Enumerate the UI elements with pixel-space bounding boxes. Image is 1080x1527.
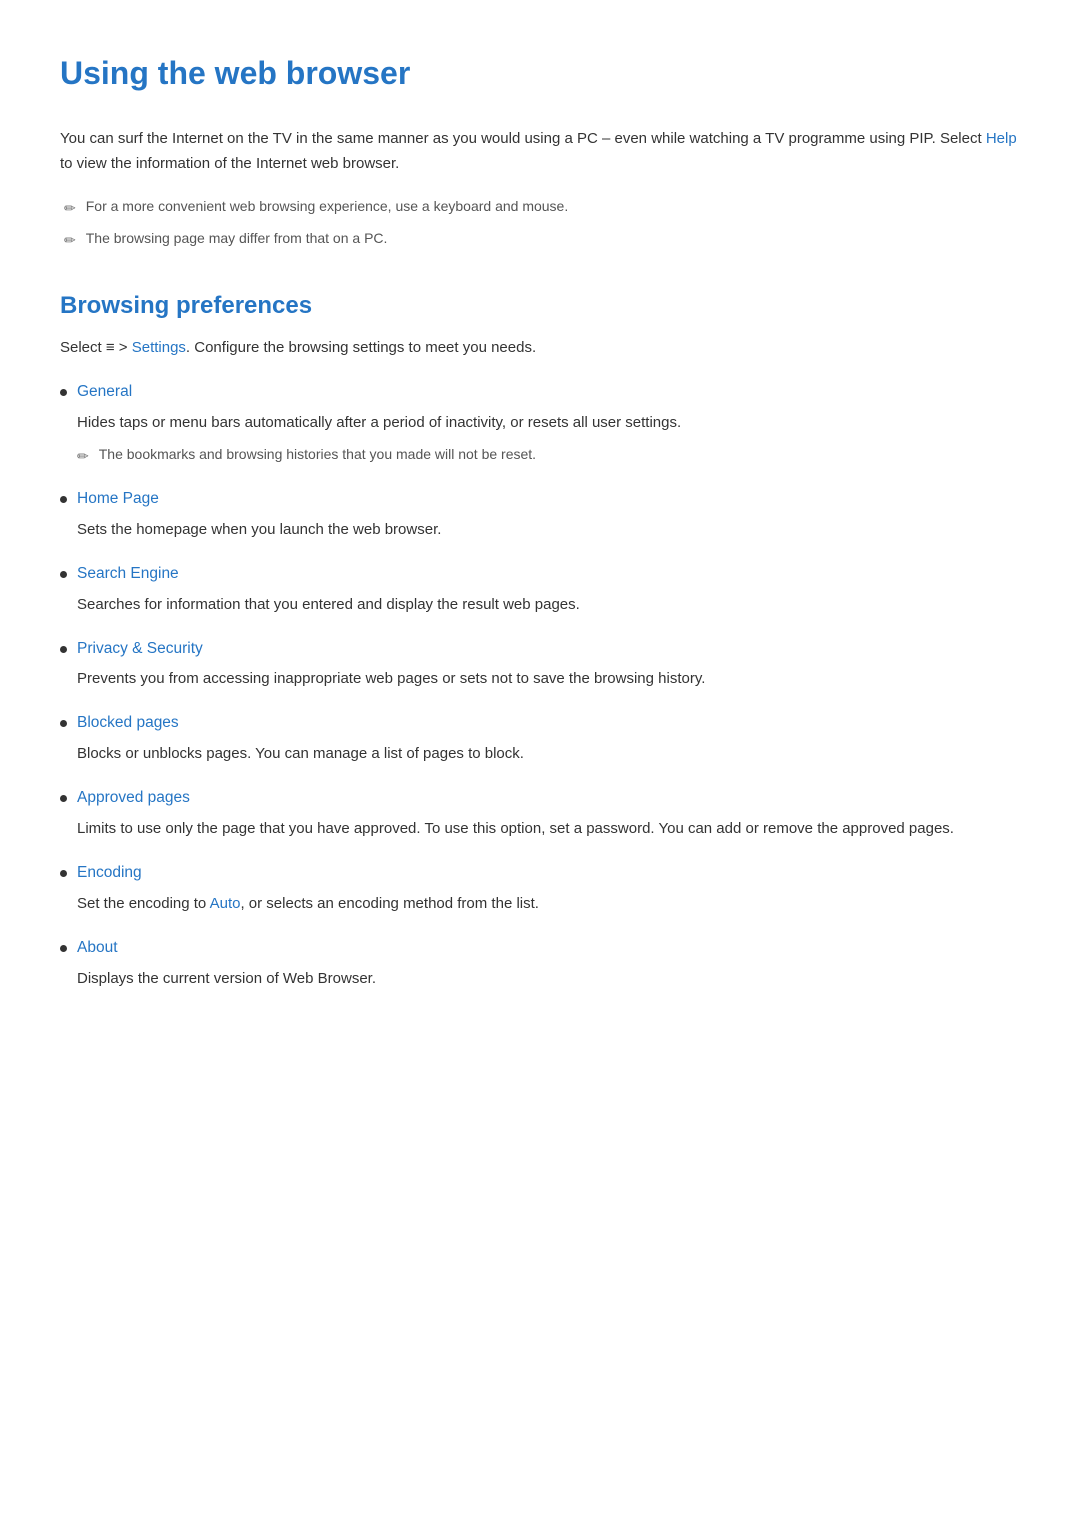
menu-list: General Hides taps or menu bars automati…	[60, 380, 1020, 991]
menu-item-approved-pages-header: Approved pages	[60, 786, 1020, 811]
menu-item-search-engine-title[interactable]: Search Engine	[77, 562, 179, 587]
menu-item-blocked-pages-header: Blocked pages	[60, 711, 1020, 736]
bullet-general	[60, 389, 67, 396]
menu-item-privacy-security-header: Privacy & Security	[60, 637, 1020, 662]
sub-note-general: ✏ The bookmarks and browsing histories t…	[60, 443, 1020, 467]
bullet-about	[60, 945, 67, 952]
menu-item-about-header: About	[60, 936, 1020, 961]
menu-item-encoding-desc: Set the encoding to Auto, or selects an …	[60, 892, 1020, 916]
menu-item-encoding-title[interactable]: Encoding	[77, 861, 142, 886]
menu-item-homepage-header: Home Page	[60, 487, 1020, 512]
menu-item-general-header: General	[60, 380, 1020, 405]
menu-item-privacy-security-desc: Prevents you from accessing inappropriat…	[60, 667, 1020, 691]
menu-item-homepage-desc: Sets the homepage when you launch the we…	[60, 518, 1020, 542]
bullet-approved-pages	[60, 795, 67, 802]
note-text-2: The browsing page may differ from that o…	[86, 227, 388, 249]
menu-item-blocked-pages-desc: Blocks or unblocks pages. You can manage…	[60, 742, 1020, 766]
bullet-search-engine	[60, 571, 67, 578]
menu-item-blocked-pages: Blocked pages Blocks or unblocks pages. …	[60, 711, 1020, 766]
menu-item-blocked-pages-title[interactable]: Blocked pages	[77, 711, 179, 736]
bullet-blocked-pages	[60, 720, 67, 727]
menu-item-search-engine-desc: Searches for information that you entere…	[60, 593, 1020, 617]
auto-link[interactable]: Auto	[210, 895, 241, 912]
encoding-desc-after-link: , or selects an encoding method from the…	[240, 895, 538, 912]
intro-after: . Configure the browsing settings to mee…	[186, 339, 536, 356]
menu-item-general-title[interactable]: General	[77, 380, 132, 405]
encoding-desc-before-link: Set the encoding to	[77, 895, 210, 912]
bullet-privacy-security	[60, 646, 67, 653]
menu-item-privacy-security-title[interactable]: Privacy & Security	[77, 637, 203, 662]
menu-item-approved-pages: Approved pages Limits to use only the pa…	[60, 786, 1020, 841]
pencil-icon-2: ✏	[64, 229, 76, 251]
note-text-1: For a more convenient web browsing exper…	[86, 195, 569, 217]
menu-item-approved-pages-title[interactable]: Approved pages	[77, 786, 190, 811]
bullet-homepage	[60, 496, 67, 503]
menu-item-encoding-header: Encoding	[60, 861, 1020, 886]
page-title: Using the web browser	[60, 48, 1020, 99]
note-item-2: ✏ The browsing page may differ from that…	[60, 227, 1020, 251]
pencil-icon-1: ✏	[64, 197, 76, 219]
bullet-encoding	[60, 870, 67, 877]
menu-item-about: About Displays the current version of We…	[60, 936, 1020, 991]
pencil-icon-general: ✏	[77, 445, 89, 467]
menu-item-search-engine-header: Search Engine	[60, 562, 1020, 587]
menu-item-encoding: Encoding Set the encoding to Auto, or se…	[60, 861, 1020, 916]
menu-item-homepage: Home Page Sets the homepage when you lau…	[60, 487, 1020, 542]
menu-item-homepage-title[interactable]: Home Page	[77, 487, 159, 512]
menu-item-general-desc: Hides taps or menu bars automatically af…	[60, 411, 1020, 435]
sub-note-general-text: The bookmarks and browsing histories tha…	[99, 443, 536, 465]
browsing-preferences-section: Browsing preferences Select ≡ > Settings…	[60, 287, 1020, 990]
menu-item-search-engine: Search Engine Searches for information t…	[60, 562, 1020, 617]
intro-before-link: Select	[60, 339, 106, 356]
intro-text-before-link: You can surf the Internet on the TV in t…	[60, 130, 986, 147]
menu-item-privacy-security: Privacy & Security Prevents you from acc…	[60, 637, 1020, 692]
intro-text-after-link: to view the information of the Internet …	[60, 155, 399, 172]
menu-item-approved-pages-desc: Limits to use only the page that you hav…	[60, 817, 1020, 841]
settings-link[interactable]: Settings	[132, 339, 186, 356]
browsing-preferences-title: Browsing preferences	[60, 287, 1020, 325]
menu-item-about-title[interactable]: About	[77, 936, 118, 961]
menu-item-about-desc: Displays the current version of Web Brow…	[60, 967, 1020, 991]
intro-icon: ≡ >	[106, 339, 128, 356]
note-item-1: ✏ For a more convenient web browsing exp…	[60, 195, 1020, 219]
intro-paragraph: You can surf the Internet on the TV in t…	[60, 127, 1020, 177]
menu-item-general: General Hides taps or menu bars automati…	[60, 380, 1020, 467]
browsing-preferences-intro: Select ≡ > Settings. Configure the brows…	[60, 336, 1020, 360]
help-link[interactable]: Help	[986, 130, 1017, 147]
